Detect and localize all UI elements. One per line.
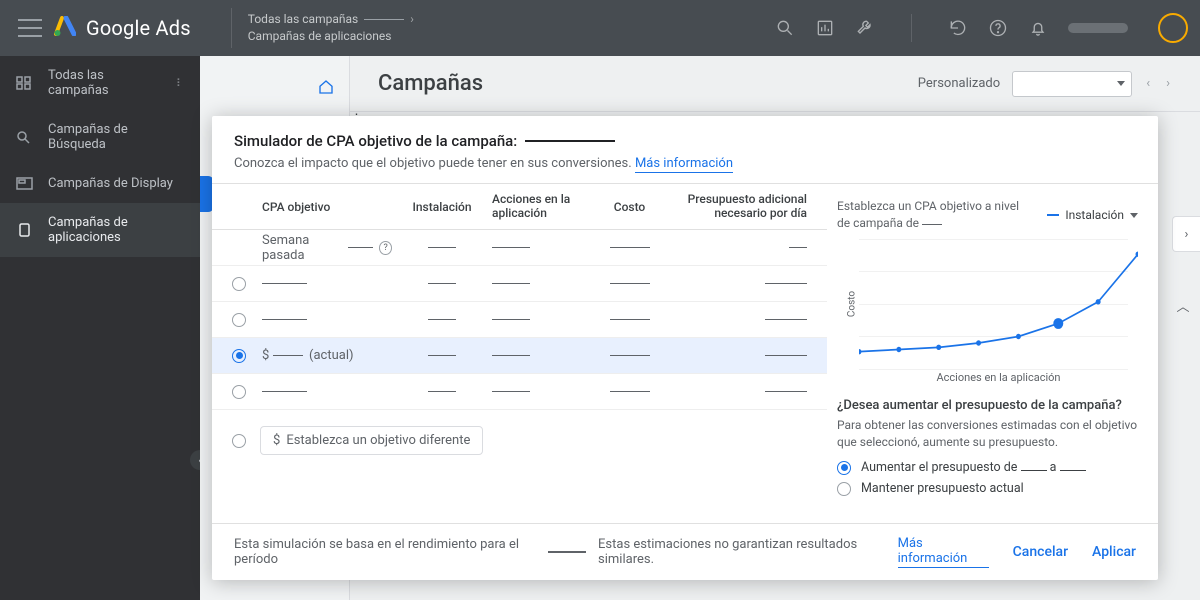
next-period-button[interactable]: ›	[1164, 76, 1172, 91]
avatar[interactable]	[1158, 13, 1188, 43]
chevron-right-icon: ›	[410, 11, 414, 28]
footer-period: Esta simulación se basa en el rendimient…	[234, 537, 542, 567]
date-range-dropdown[interactable]	[1012, 71, 1132, 97]
reports-icon[interactable]	[815, 18, 835, 38]
chart-xlabel: Acciones en la aplicación	[859, 371, 1138, 384]
app-icon	[16, 223, 34, 237]
table-row-selected[interactable]: $ (actual)	[212, 338, 827, 374]
top-bar: Google Ads Todas las campañas › Campañas…	[0, 0, 1200, 56]
apply-button[interactable]: Aplicar	[1092, 544, 1136, 560]
custom-target-placeholder: Establezca un objetivo diferente	[286, 433, 470, 448]
current-label: (actual)	[309, 348, 354, 363]
table-row[interactable]	[212, 374, 827, 410]
cancel-button[interactable]: Cancelar	[1013, 544, 1068, 560]
sidebar-item-label: Campañas de Display	[48, 176, 173, 191]
sidebar-item-all-campaigns[interactable]: Todas las campañas ⠇	[0, 56, 200, 110]
tools-icon[interactable]	[855, 18, 875, 38]
home-icon[interactable]	[317, 78, 335, 100]
sidebar-item-label: Campañas de aplicaciones	[48, 215, 184, 245]
page-title: Campañas	[378, 71, 483, 96]
sidebar-item-label: Campañas de Búsqueda	[48, 122, 184, 152]
radio[interactable]	[232, 277, 246, 291]
cost-chart: Costo	[859, 239, 1138, 369]
radio-selected[interactable]	[837, 461, 851, 475]
radio[interactable]	[232, 434, 246, 448]
chart-ylabel: Costo	[847, 291, 858, 317]
sidebar: Todas las campañas ⠇ Campañas de Búsqued…	[0, 56, 200, 600]
account-placeholder	[1068, 23, 1128, 33]
display-icon	[16, 177, 34, 191]
col-extra-budget: Presupuesto adicional necesario por día	[672, 193, 807, 221]
breadcrumb-root: Todas las campañas	[248, 11, 358, 28]
chart-legend-dropdown[interactable]: Instalación	[1047, 198, 1138, 233]
budget-hint: Para obtener las conversiones estimadas …	[837, 417, 1138, 451]
simulator-table: CPA objetivo Instalación Acciones en la …	[212, 184, 827, 523]
chevron-down-icon: ⠇	[176, 77, 184, 90]
custom-target-input[interactable]: $ Establezca un objetivo diferente	[260, 426, 483, 455]
product-logo[interactable]: Google Ads	[54, 16, 191, 40]
budget-question: ¿Desea aumentar el presupuesto de la cam…	[837, 398, 1138, 413]
topbar-actions	[775, 13, 1188, 43]
legend-swatch	[1047, 214, 1059, 216]
page-header: Campañas Personalizado ‹ ›	[350, 56, 1200, 112]
placeholder-dash	[364, 19, 404, 20]
ads-logo-icon	[54, 16, 76, 40]
footer-more-info-link[interactable]: Más información	[898, 536, 989, 568]
last-week-label: Semana pasada	[262, 233, 345, 263]
table-header: CPA objetivo Instalación Acciones en la …	[212, 184, 827, 230]
currency-prefix: $	[273, 433, 280, 448]
panel-expand-button[interactable]: ›	[1172, 216, 1200, 252]
dialog-footer: Esta simulación se basa en el rendimient…	[212, 523, 1158, 580]
custom-target-row: $ Establezca un objetivo diferente	[212, 410, 827, 471]
more-info-link[interactable]: Más información	[635, 156, 733, 173]
divider	[911, 14, 912, 42]
budget-section: ¿Desea aumentar el presupuesto de la cam…	[837, 398, 1138, 503]
col-in-app: Acciones en la aplicación	[492, 193, 587, 221]
table-row[interactable]	[212, 266, 827, 302]
sidebar-item-app[interactable]: Campañas de aplicaciones	[0, 203, 200, 257]
placeholder-dash	[525, 140, 615, 142]
dialog-subtitle: Conozca el impacto que el objetivo puede…	[234, 156, 632, 171]
product-name: Google Ads	[86, 16, 191, 40]
help-icon[interactable]	[988, 18, 1008, 38]
last-week-row: Semana pasada ?	[212, 230, 827, 266]
notifications-icon[interactable]	[1028, 18, 1048, 38]
caret-down-icon	[1117, 81, 1125, 86]
hamburger-icon[interactable]	[18, 19, 42, 37]
prev-period-button[interactable]: ‹	[1144, 76, 1152, 91]
table-row[interactable]	[212, 302, 827, 338]
col-cost: Costo	[587, 200, 672, 214]
cpa-simulator-dialog: Simulador de CPA objetivo de la campaña:…	[212, 116, 1158, 580]
placeholder-dash	[548, 551, 585, 552]
caret-down-icon	[1130, 213, 1138, 218]
help-icon[interactable]: ?	[379, 241, 392, 255]
divider	[231, 8, 232, 48]
legend-label: Instalación	[1065, 208, 1124, 222]
radio[interactable]	[232, 385, 246, 399]
date-range-label: Personalizado	[918, 76, 1000, 91]
footer-disclaimer: Estas estimaciones no garantizan resulta…	[598, 537, 894, 567]
dialog-header: Simulador de CPA objetivo de la campaña:…	[212, 116, 1158, 183]
budget-opt-keep[interactable]: Mantener presupuesto actual	[837, 481, 1138, 496]
refresh-icon[interactable]	[948, 18, 968, 38]
radio[interactable]	[837, 482, 851, 496]
sidebar-item-label: Todas las campañas	[48, 68, 162, 98]
search-icon[interactable]	[775, 18, 795, 38]
dialog-title: Simulador de CPA objetivo de la campaña:	[234, 132, 517, 150]
col-target-cpa: CPA objetivo	[262, 200, 392, 214]
budget-opt-increase[interactable]: Aumentar el presupuesto de a	[837, 460, 1138, 475]
sidebar-item-search[interactable]: Campañas de Búsqueda	[0, 110, 200, 164]
grid-icon	[16, 76, 34, 90]
sidebar-item-display[interactable]: Campañas de Display	[0, 164, 200, 203]
col-installs: Instalación	[392, 200, 492, 214]
breadcrumb[interactable]: Todas las campañas › Campañas de aplicac…	[248, 11, 414, 45]
breadcrumb-page: Campañas de aplicaciones	[248, 28, 414, 45]
radio[interactable]	[232, 313, 246, 327]
search-icon	[16, 130, 34, 144]
simulator-right-panel: Establezca un CPA objetivo a nivel de ca…	[827, 184, 1158, 523]
radio-selected[interactable]	[232, 349, 246, 363]
currency-prefix: $	[262, 348, 269, 363]
panel-collapse-icon[interactable]: ︿	[1174, 296, 1192, 314]
establish-label: Establezca un CPA objetivo a nivel de ca…	[837, 198, 1031, 233]
